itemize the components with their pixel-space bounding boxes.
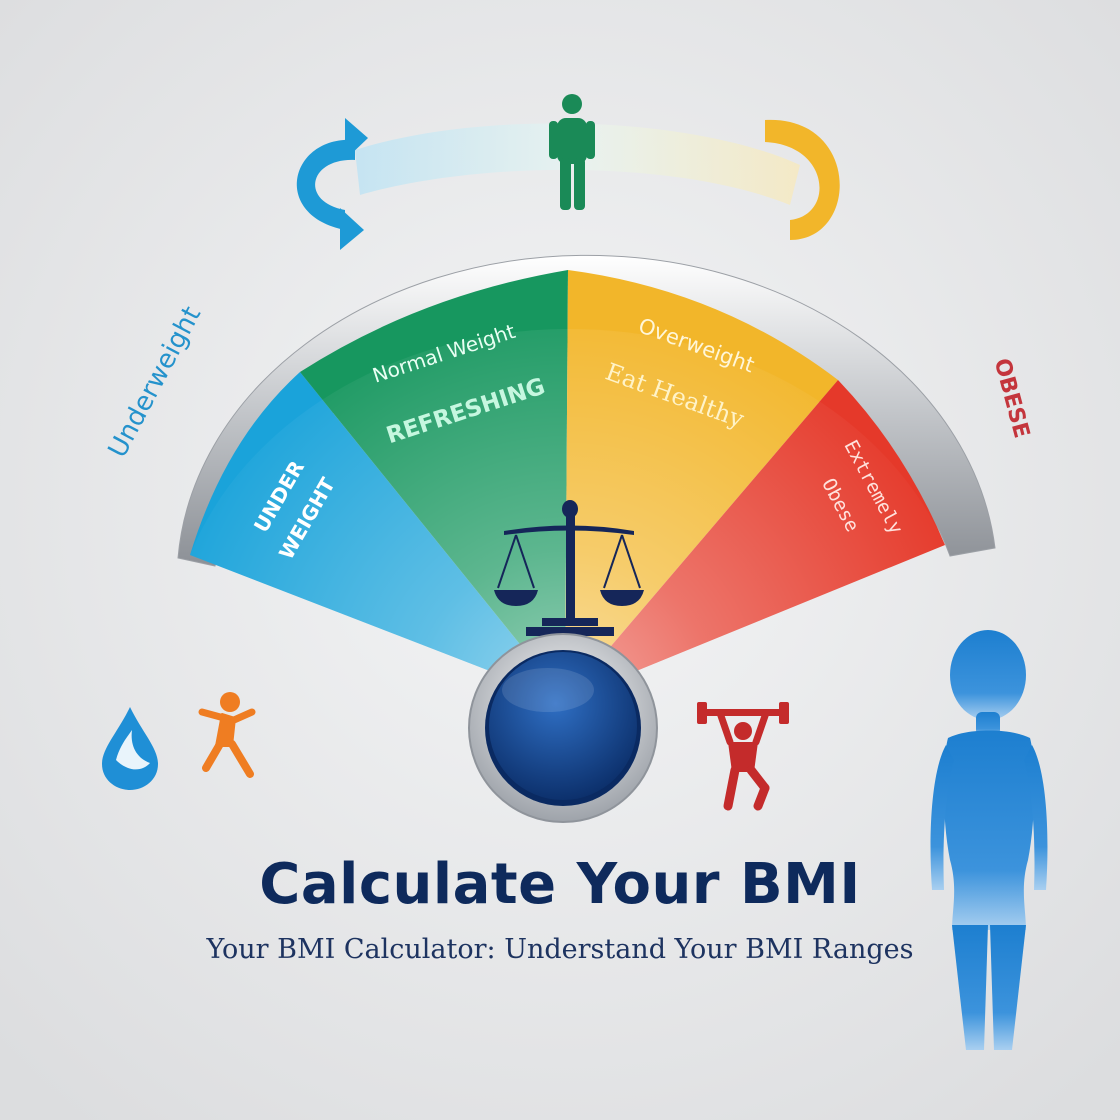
page-title: Calculate Your BMI <box>259 852 861 917</box>
gauge-knob <box>468 633 658 823</box>
page-subtitle: Your BMI Calculator: Understand Your BMI… <box>206 934 914 965</box>
